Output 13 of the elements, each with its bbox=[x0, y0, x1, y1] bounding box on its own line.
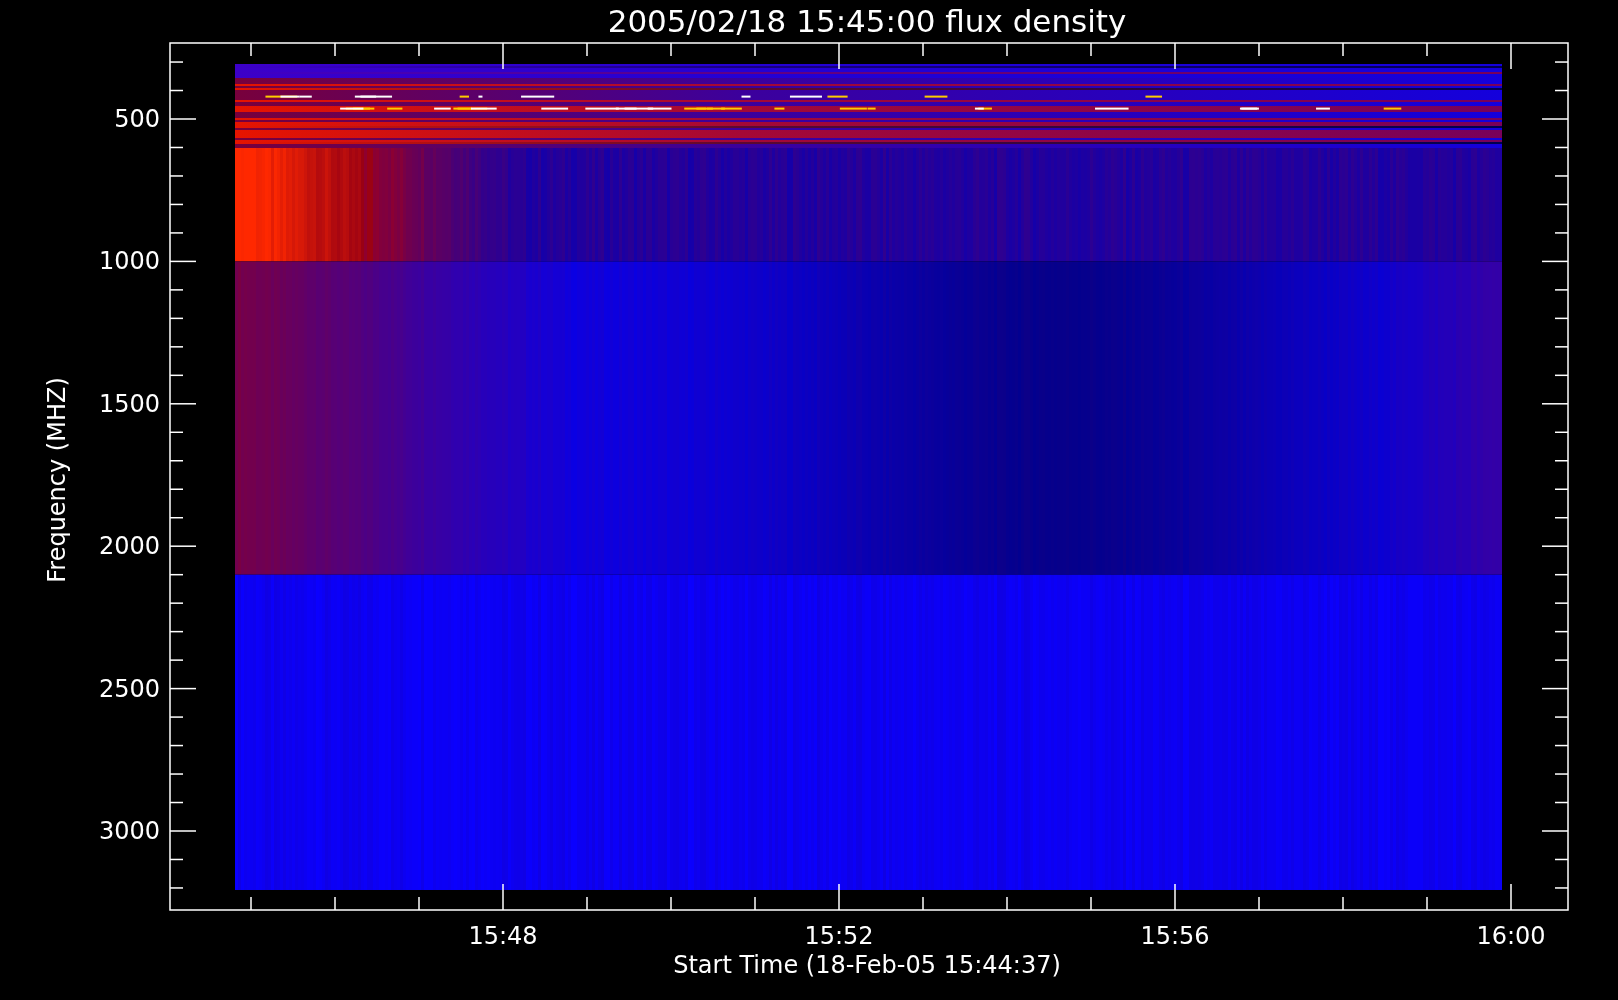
x-tick-label: 15:56 bbox=[1140, 922, 1210, 950]
y-tick-label: 1500 bbox=[98, 389, 160, 418]
chart-title: 2005/02/18 15:45:00 flux density bbox=[607, 3, 1127, 39]
x-tick-label: 15:52 bbox=[804, 922, 874, 950]
x-tick-label: 16:00 bbox=[1476, 922, 1546, 950]
y-tick-label: 500 bbox=[114, 105, 160, 133]
y-axis-label: Frequency (MHZ) bbox=[43, 377, 71, 583]
y-tick-label: 3000 bbox=[98, 817, 160, 845]
y-tick-label: 1000 bbox=[98, 247, 160, 276]
x-axis-label: Start Time (18-Feb-05 15:44:37) bbox=[673, 951, 1061, 979]
y-tick-label: 2000 bbox=[98, 532, 160, 561]
y-tick-label: 2500 bbox=[98, 674, 160, 703]
x-tick-label: 15:48 bbox=[468, 922, 538, 950]
